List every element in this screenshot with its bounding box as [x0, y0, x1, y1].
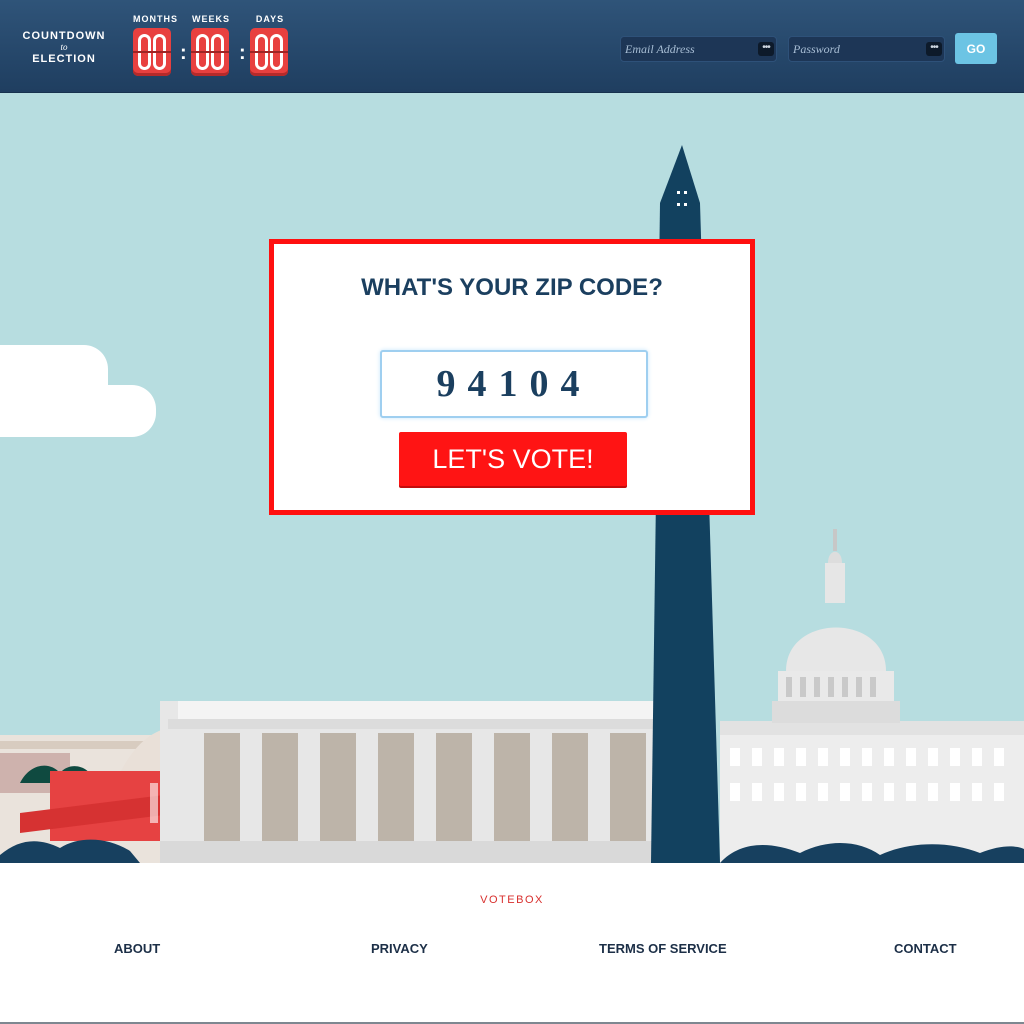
countdown-months: MONTHS [133, 14, 177, 76]
hero-illustration: WHAT'S YOUR ZIP CODE? LET'S VOTE! [0, 93, 1024, 863]
login-go-button[interactable]: GO [955, 33, 997, 64]
footer-link-contact[interactable]: CONTACT [894, 941, 957, 956]
lets-vote-button[interactable]: LET'S VOTE! [399, 432, 627, 486]
countdown-days: DAYS [250, 14, 290, 76]
zip-code-input[interactable] [380, 350, 648, 418]
password-field[interactable] [789, 37, 944, 61]
password-manager-icon[interactable]: ••• [758, 42, 774, 56]
weeks-digits [191, 28, 229, 76]
password-field-wrapper: ••• [788, 36, 945, 62]
countdown-logo: COUNTDOWN to ELECTION [22, 30, 106, 65]
footer: VOTEBOX ABOUT PRIVACY TERMS OF SERVICE C… [0, 863, 1024, 1024]
footer-link-about[interactable]: ABOUT [114, 941, 160, 956]
email-field-wrapper: ••• [620, 36, 777, 62]
footer-link-privacy[interactable]: PRIVACY [371, 941, 428, 956]
email-field[interactable] [621, 37, 776, 61]
months-digits [133, 28, 171, 76]
days-digits [250, 28, 288, 76]
top-bar: COUNTDOWN to ELECTION MONTHS : WEEKS : D… [0, 0, 1024, 93]
countdown-weeks: WEEKS [191, 14, 231, 76]
footer-link-terms[interactable]: TERMS OF SERVICE [599, 941, 727, 956]
zip-code-title: WHAT'S YOUR ZIP CODE? [361, 274, 663, 301]
footer-brand: VOTEBOX [480, 894, 544, 906]
password-manager-icon[interactable]: ••• [926, 42, 942, 56]
zip-code-card: WHAT'S YOUR ZIP CODE? LET'S VOTE! [269, 239, 755, 515]
